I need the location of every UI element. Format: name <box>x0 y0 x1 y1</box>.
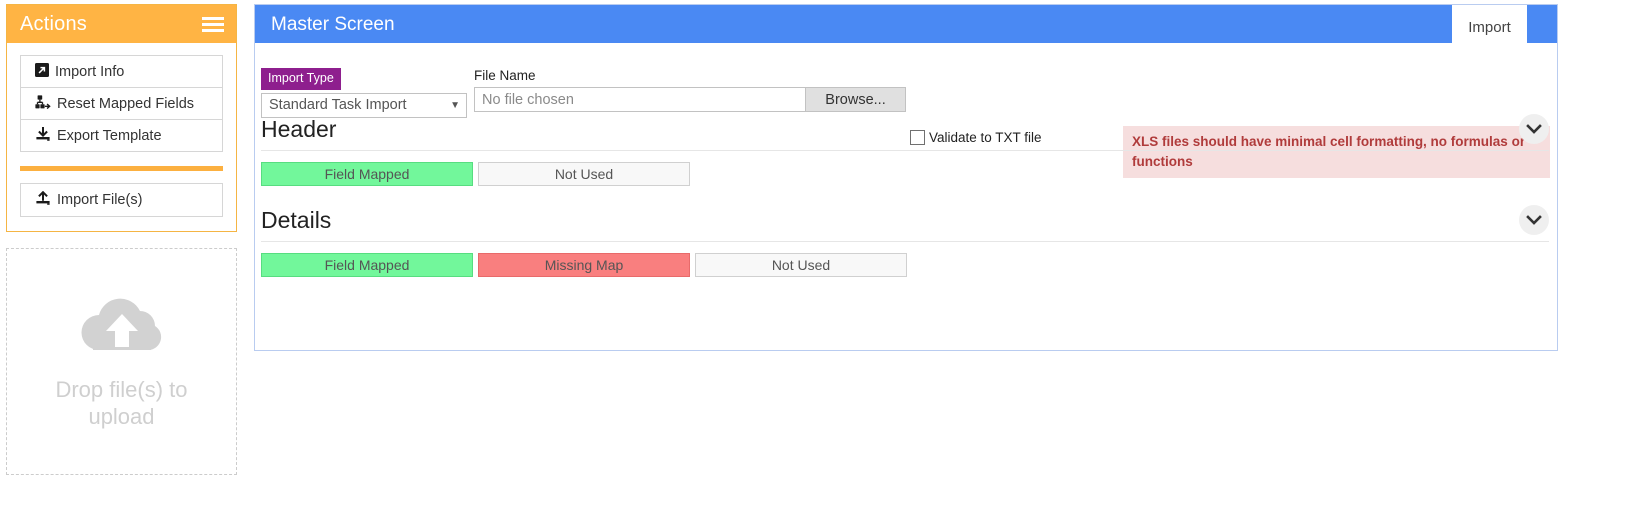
legend-chip-label: Not Used <box>771 257 831 273</box>
file-name-field: File Name No file chosen Browse... <box>474 68 906 112</box>
actions-divider <box>20 166 223 171</box>
external-link-square-icon <box>35 62 49 81</box>
actions-panel-title: Actions <box>20 12 87 35</box>
legend-chip-field-mapped: Field Mapped <box>261 162 473 186</box>
browse-button[interactable]: Browse... <box>805 88 905 111</box>
import-type-badge: Import Type <box>261 68 341 90</box>
import-info-label: Import Info <box>55 63 125 80</box>
import-files-group: Import File(s) <box>20 183 223 217</box>
browse-button-label: Browse... <box>825 91 886 108</box>
legend-chip-missing-map: Missing Map <box>478 253 690 277</box>
import-form-row: Import Type Standard Task Import ▼ File … <box>255 43 1557 179</box>
section-details: Details Field Mapped Missing Map Not Use… <box>255 200 1557 277</box>
reset-mapped-fields-label: Reset Mapped Fields <box>57 95 195 112</box>
actions-panel-header: Actions <box>7 5 236 43</box>
legend-chip-label: Missing Map <box>544 257 624 273</box>
section-header-collapse-button[interactable] <box>1519 114 1549 144</box>
import-files-label: Import File(s) <box>57 192 143 208</box>
file-name-input[interactable]: No file chosen <box>475 88 805 111</box>
legend-chip-label: Not Used <box>554 166 614 182</box>
left-column: Actions Import Info Reset Mapped Fields … <box>6 4 237 475</box>
section-details-collapse-button[interactable] <box>1519 205 1549 235</box>
import-files-button[interactable]: Import File(s) <box>21 184 222 216</box>
actions-panel: Actions Import Info Reset Mapped Fields … <box>6 4 237 232</box>
panel-body: Import Type Standard Task Import ▼ File … <box>255 43 1557 352</box>
file-name-label: File Name <box>474 68 536 83</box>
file-dropzone[interactable]: Drop file(s) to upload <box>6 248 237 475</box>
section-header-title-row: Header <box>261 109 1549 151</box>
chevron-down-icon <box>1526 214 1542 225</box>
tab-import-label: Import <box>1468 18 1511 36</box>
section-details-title-row: Details <box>261 200 1549 242</box>
export-template-label: Export Template <box>57 127 162 144</box>
section-header-title: Header <box>261 116 337 142</box>
legend-chip-not-used: Not Used <box>478 162 690 186</box>
page-title: Master Screen <box>271 14 395 35</box>
import-info-button[interactable]: Import Info <box>21 56 222 88</box>
action-button-group: Import Info Reset Mapped Fields Export T… <box>20 55 223 152</box>
export-template-button[interactable]: Export Template <box>21 120 222 152</box>
actions-panel-body: Import Info Reset Mapped Fields Export T… <box>7 43 236 231</box>
section-details-title: Details <box>261 207 332 233</box>
legend-chip-label: Field Mapped <box>324 166 410 182</box>
dropzone-label: Drop file(s) to upload <box>55 377 188 429</box>
legend-chip-label: Field Mapped <box>324 257 410 273</box>
section-header-legend: Field Mapped Not Used <box>255 151 1557 186</box>
chevron-down-icon <box>1526 123 1542 134</box>
legend-chip-field-mapped: Field Mapped <box>261 253 473 277</box>
upload-icon <box>35 190 51 209</box>
panel-header-bar: Master Screen Import <box>255 5 1557 49</box>
file-name-value: No file chosen <box>482 91 574 108</box>
reset-mapped-fields-button[interactable]: Reset Mapped Fields <box>21 88 222 120</box>
master-screen-panel: Master Screen Import Import Type Standar… <box>254 4 1558 351</box>
cloud-upload-icon <box>76 292 168 363</box>
app-screen: Actions Import Info Reset Mapped Fields … <box>0 0 1634 524</box>
download-icon <box>35 126 51 145</box>
sitemap-icon <box>35 94 51 113</box>
legend-chip-not-used: Not Used <box>695 253 907 277</box>
hamburger-icon[interactable] <box>202 16 224 32</box>
section-header: Header Field Mapped Not Used <box>255 109 1557 186</box>
section-details-legend: Field Mapped Missing Map Not Used <box>255 242 1557 277</box>
